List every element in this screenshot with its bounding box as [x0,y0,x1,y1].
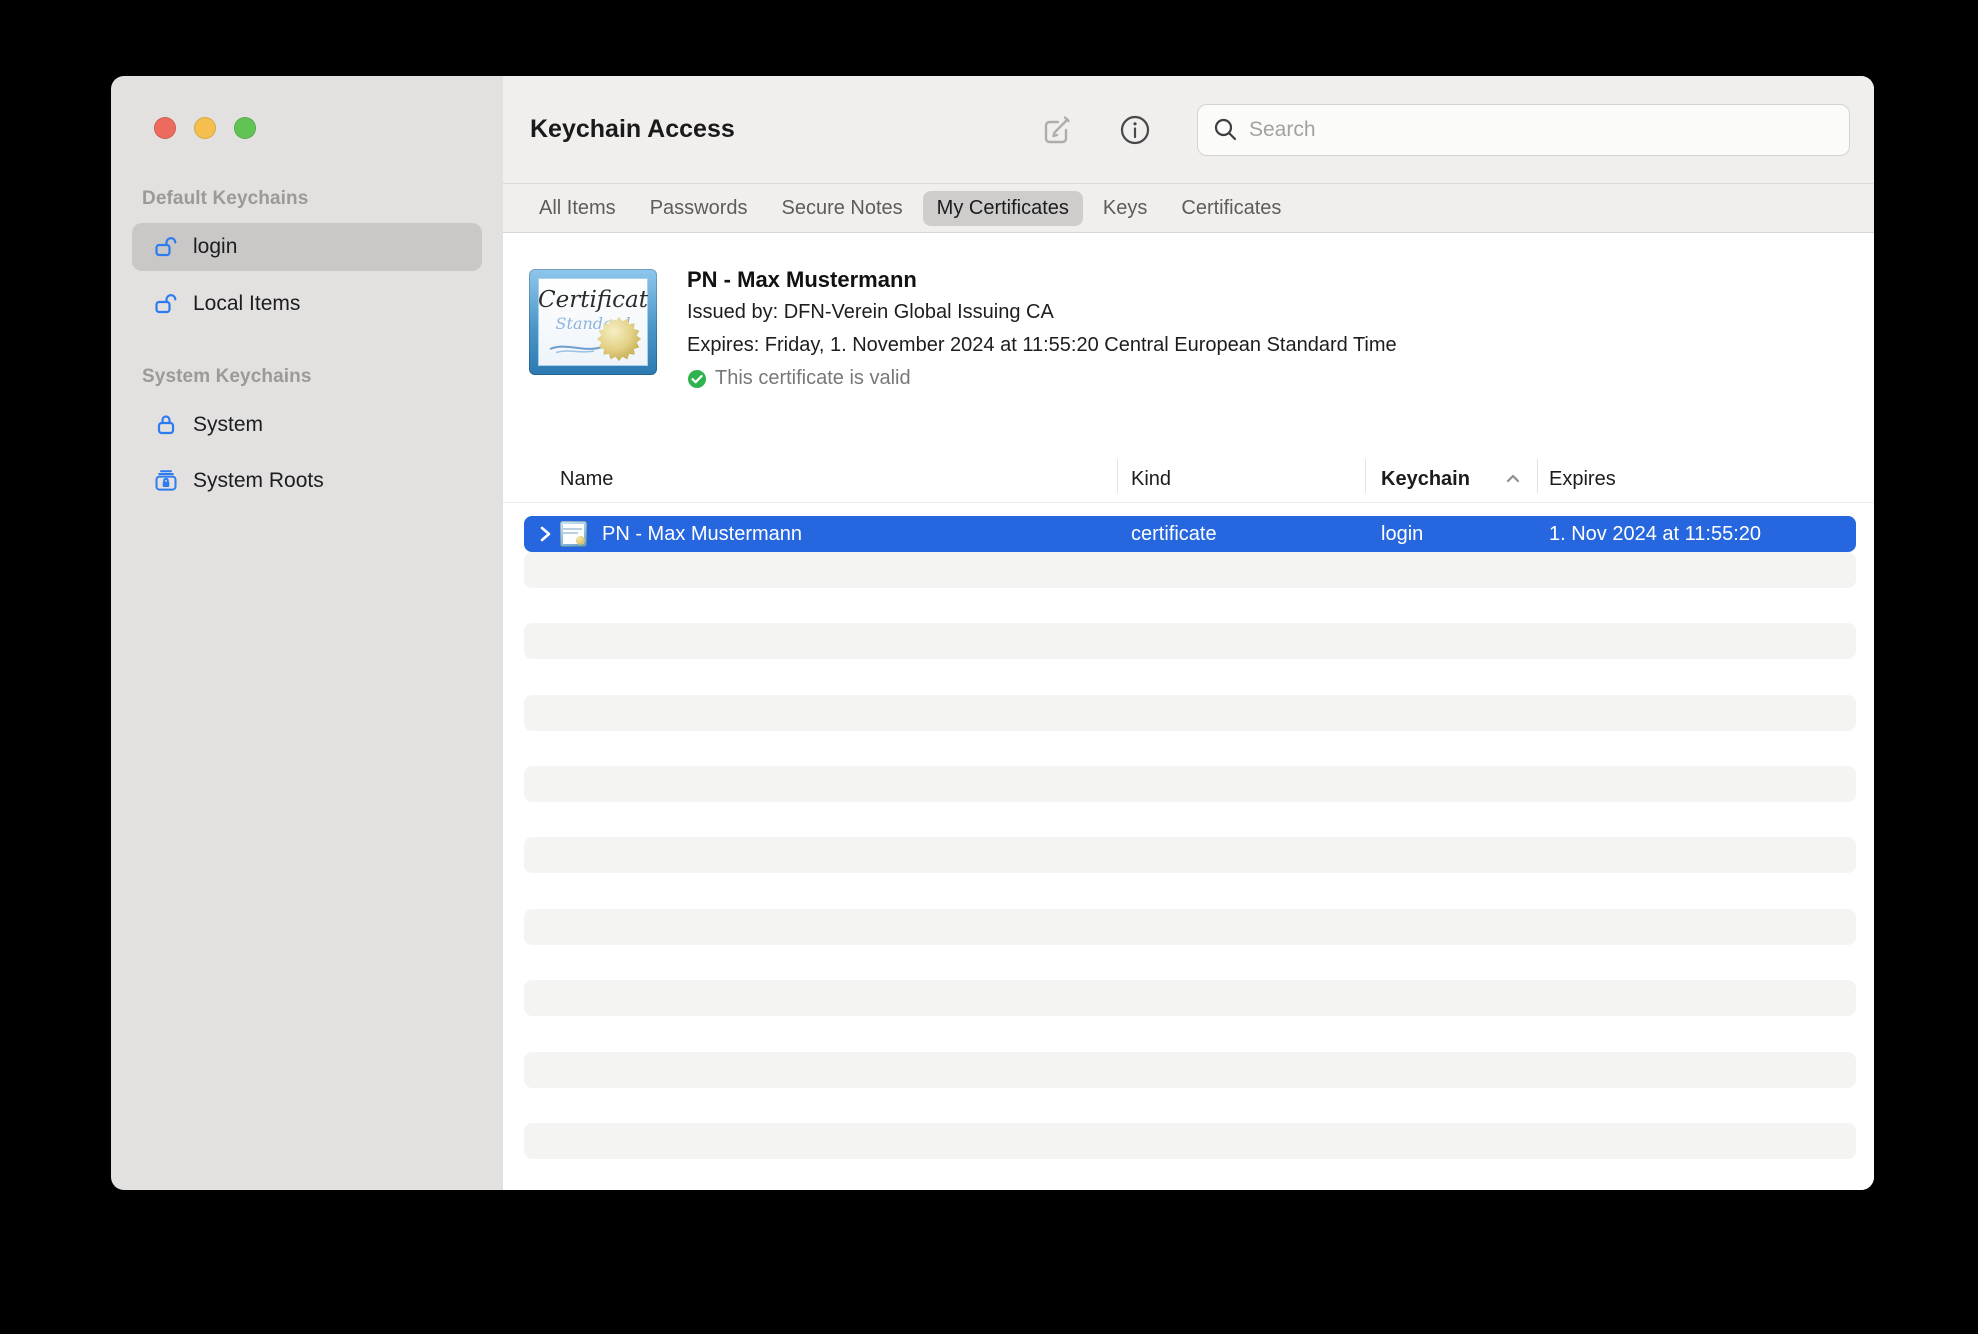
certificate-expires: Expires: Friday, 1. November 2024 at 11:… [687,329,1397,362]
valid-check-icon [687,369,707,389]
cell-name: PN - Max Mustermann [602,516,802,552]
certificate-status: This certificate is valid [687,362,1397,395]
empty-row[interactable] [524,873,1856,909]
tab-secure-notes[interactable]: Secure Notes [768,191,917,226]
empty-row[interactable] [524,766,1856,802]
sidebar-item-login[interactable]: login [132,223,482,271]
keychain-access-window: Default Keychains login Local Items Syst… [111,76,1874,1190]
sidebar-item-label: Local Items [193,292,300,316]
sidebar-item-system-roots[interactable]: System Roots [132,457,482,505]
empty-row[interactable] [524,695,1856,731]
column-divider[interactable] [1365,459,1366,493]
empty-row[interactable] [524,944,1856,980]
sidebar: Default Keychains login Local Items Syst… [111,76,503,1190]
search-icon [1212,116,1239,143]
close-window-button[interactable] [154,117,176,139]
column-divider[interactable] [1117,459,1118,493]
section-system-keychains: System Keychains [142,366,312,388]
tab-my-certificates[interactable]: My Certificates [923,191,1083,226]
table-header-divider [503,502,1874,503]
empty-row[interactable] [524,1159,1856,1190]
sort-ascending-icon[interactable] [1503,470,1523,491]
section-default-keychains: Default Keychains [142,188,308,210]
stacked-lock-icon [153,468,179,494]
certificate-title: PN - Max Mustermann [687,263,1397,296]
tab-certificates[interactable]: Certificates [1167,191,1295,226]
gold-seal-icon [597,317,641,361]
locked-padlock-icon [153,412,179,438]
empty-row[interactable] [524,659,1856,695]
table-row-certificate[interactable]: PN - Max Mustermann certificate login 1.… [524,516,1856,552]
column-header-name[interactable]: Name [560,466,613,492]
empty-row[interactable] [524,1052,1856,1088]
certificate-icon-word: Certificate [538,287,648,313]
column-header-kind[interactable]: Kind [1131,466,1171,492]
empty-row[interactable] [524,730,1856,766]
sidebar-item-label: System Roots [193,469,324,493]
window-title: Keychain Access [530,115,735,144]
empty-row[interactable] [524,837,1856,873]
empty-row[interactable] [524,552,1856,588]
certificate-issued-by: Issued by: DFN-Verein Global Issuing CA [687,296,1397,329]
sidebar-item-label: System [193,413,263,437]
certificate-summary: PN - Max Mustermann Issued by: DFN-Verei… [687,263,1397,395]
empty-row[interactable] [524,1123,1856,1159]
toolbar: Keychain Access [503,76,1874,184]
column-header-expires[interactable]: Expires [1549,466,1616,492]
cell-expires: 1. Nov 2024 at 11:55:20 [1549,516,1761,552]
zoom-window-button[interactable] [234,117,256,139]
certificate-status-text: This certificate is valid [715,367,911,390]
empty-row[interactable] [524,802,1856,838]
empty-row[interactable] [524,980,1856,1016]
cell-keychain: login [1381,516,1423,552]
info-icon[interactable] [1117,112,1153,148]
category-tabbar: All Items Passwords Secure Notes My Cert… [503,184,1874,233]
cell-kind: certificate [1131,516,1217,552]
empty-row[interactable] [524,623,1856,659]
column-header-keychain[interactable]: Keychain [1381,466,1470,492]
main-pane: Keychain Access [503,76,1874,1190]
empty-row[interactable] [524,1016,1856,1052]
window-controls [154,117,256,139]
content-area: Certificate Standard PN - Max Mustermann… [503,233,1874,1190]
compose-edit-icon[interactable] [1039,112,1075,148]
unlocked-padlock-icon [153,234,179,260]
empty-row[interactable] [524,909,1856,945]
tab-keys[interactable]: Keys [1089,191,1161,226]
tab-all-items[interactable]: All Items [525,191,630,226]
sidebar-item-label: login [193,235,237,259]
empty-row[interactable] [524,1087,1856,1123]
tab-passwords[interactable]: Passwords [636,191,762,226]
disclosure-chevron-icon[interactable] [536,523,554,550]
search-field[interactable] [1197,104,1850,156]
search-input[interactable] [1249,118,1835,142]
unlocked-padlock-icon [153,291,179,317]
sidebar-item-local-items[interactable]: Local Items [132,280,482,328]
column-divider[interactable] [1537,459,1538,493]
minimize-window-button[interactable] [194,117,216,139]
certificate-mini-icon [560,521,587,547]
sidebar-item-system[interactable]: System [132,401,482,449]
certificate-badge-icon: Certificate Standard [529,269,657,375]
empty-row[interactable] [524,587,1856,623]
